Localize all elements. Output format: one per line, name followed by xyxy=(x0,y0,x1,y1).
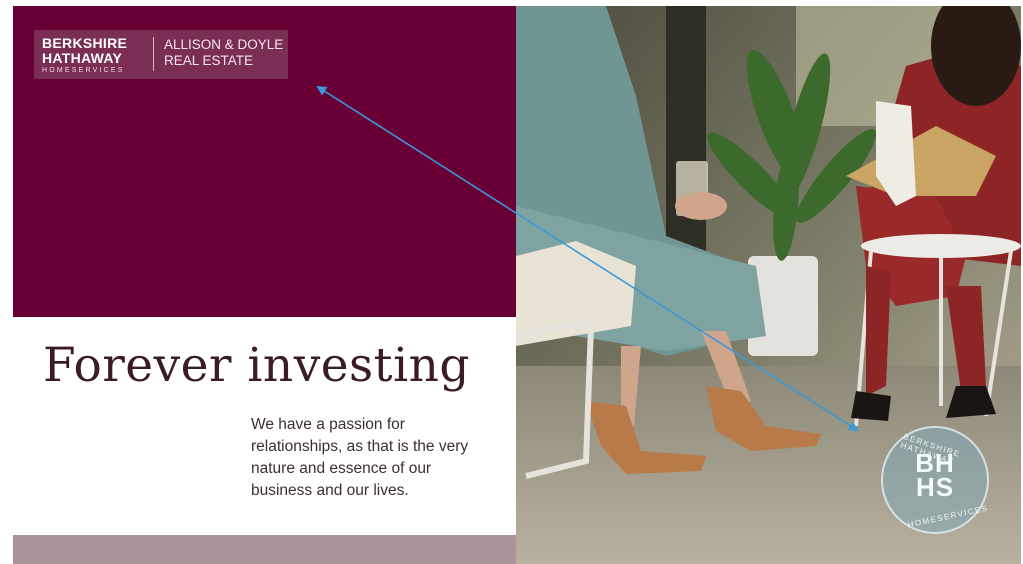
company-logo: BERKSHIRE HATHAWAY HOMESERVICES ALLISON … xyxy=(34,30,288,79)
seal-monogram: BH HS xyxy=(883,450,987,502)
tagline: We have a passion for relationships, as … xyxy=(251,416,469,499)
brand-color-panel: BERKSHIRE HATHAWAY HOMESERVICES ALLISON … xyxy=(13,6,516,317)
logo-brand-name: BERKSHIRE HATHAWAY xyxy=(42,36,127,66)
lifestyle-photo: BERKSHIRE HATHAWAY BH HS HOMESERVICES xyxy=(516,6,1021,564)
bhhs-seal-logo: BERKSHIRE HATHAWAY BH HS HOMESERVICES xyxy=(881,426,989,534)
logo-brand-line1: BERKSHIRE xyxy=(42,35,128,51)
seal-monogram-line2: HS xyxy=(915,472,955,502)
headline: Forever investing xyxy=(43,338,470,393)
slide: BERKSHIRE HATHAWAY HOMESERVICES ALLISON … xyxy=(13,6,1021,564)
logo-brand-subline: HOMESERVICES xyxy=(42,67,125,74)
logo-divider xyxy=(153,37,154,71)
logo-office-name: ALLISON & DOYLE REAL ESTATE xyxy=(164,37,283,69)
logo-brand-line2: HATHAWAY xyxy=(42,50,123,66)
logo-office-line1: ALLISON & DOYLE xyxy=(164,37,284,52)
logo-office-line2: REAL ESTATE xyxy=(164,53,254,68)
bottom-band xyxy=(13,535,516,564)
